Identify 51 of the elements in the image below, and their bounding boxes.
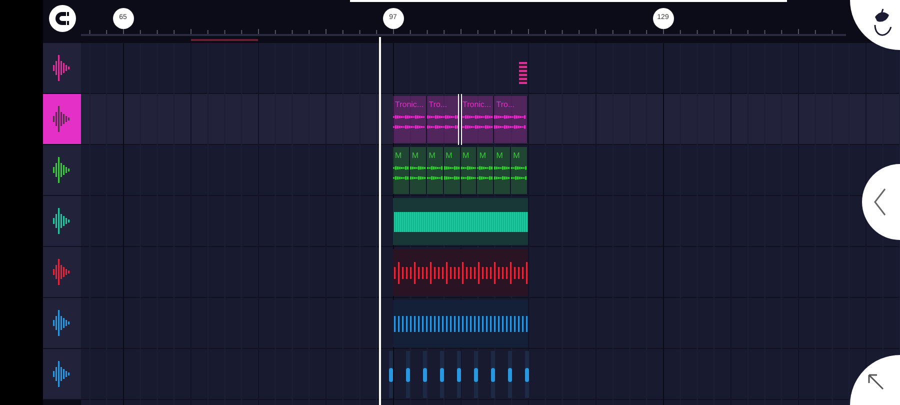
clip-label: M (462, 150, 470, 162)
audio-clip[interactable]: M (393, 147, 410, 194)
audio-clip[interactable] (491, 351, 495, 398)
waveform-drawing (440, 368, 444, 382)
waveform-drawing (525, 368, 529, 382)
clip-label: M (496, 150, 503, 162)
clip-label: Tronic... (462, 99, 492, 111)
clip-label: M (513, 150, 520, 162)
clip-label: Tronic... (395, 99, 424, 111)
audio-clip[interactable] (406, 351, 410, 398)
arrow-up-left-icon (867, 373, 885, 391)
clip-label: Tro... (496, 99, 515, 111)
audio-clip[interactable]: Tronic... (460, 96, 494, 143)
audio-clip[interactable] (519, 62, 527, 84)
clip-label: M (412, 150, 419, 162)
clip-label: Tro... (428, 99, 448, 111)
audio-clip[interactable]: M (460, 147, 478, 194)
audio-clip[interactable]: M (477, 147, 494, 194)
audio-clip[interactable]: M (511, 147, 528, 194)
audio-clip[interactable]: Tronic... (393, 96, 427, 143)
waveform-drawing (491, 368, 495, 382)
waveform-drawing (423, 368, 427, 382)
audio-clip[interactable] (525, 351, 529, 398)
waveform-drawing (474, 368, 478, 382)
clip-label: M (479, 150, 486, 162)
split-handle[interactable] (458, 94, 462, 145)
chevron-left-icon (874, 188, 886, 216)
clip-label: M (446, 150, 452, 162)
audio-clip[interactable]: Tro... (426, 96, 460, 143)
waveform-drawing (406, 368, 410, 382)
magnet-icon (54, 10, 71, 27)
magnet-button[interactable] (49, 5, 76, 32)
audio-clip[interactable]: M (444, 147, 460, 194)
audio-clip[interactable]: Tro... (494, 96, 528, 143)
audio-clip[interactable] (474, 351, 478, 398)
audio-clip[interactable] (508, 351, 512, 398)
audio-clip[interactable] (389, 351, 393, 398)
audio-clip[interactable]: M (494, 147, 512, 194)
clip-label: M (428, 150, 436, 162)
audio-clip[interactable]: M (410, 147, 427, 194)
audio-clip[interactable]: M (426, 147, 444, 194)
audio-clip[interactable] (440, 351, 444, 398)
waveform-drawing (457, 368, 461, 382)
waveform-drawing (508, 368, 512, 382)
clip-label: M (395, 150, 402, 162)
waveform-drawing (389, 368, 393, 382)
audio-clip[interactable] (423, 351, 427, 398)
audio-clip[interactable] (393, 198, 528, 245)
audio-clip[interactable] (457, 351, 461, 398)
audio-clip[interactable] (393, 249, 528, 296)
audio-clip[interactable] (393, 300, 528, 347)
